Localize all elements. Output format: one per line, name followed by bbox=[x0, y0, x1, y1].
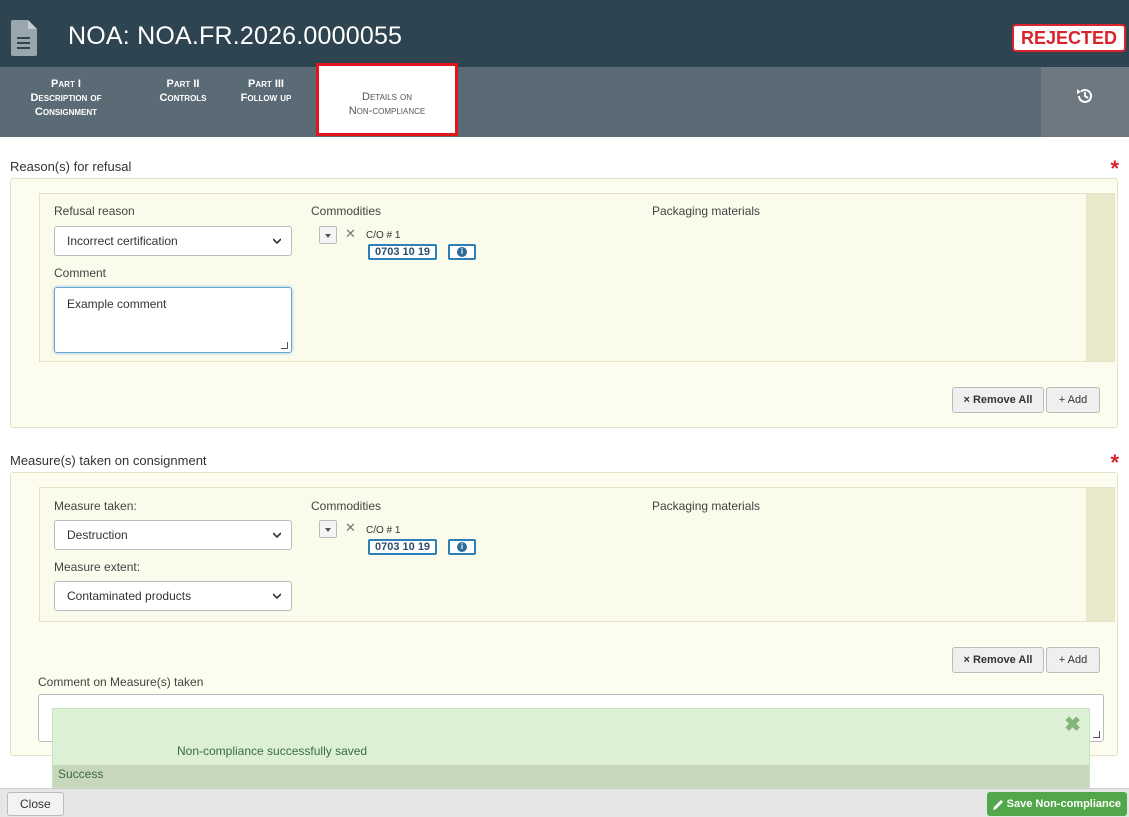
history-button[interactable] bbox=[1041, 67, 1129, 137]
tab-sublabel: Non-compliance bbox=[348, 105, 426, 117]
measure-taken-label: Measure taken: bbox=[54, 499, 137, 513]
remove-commodity-icon[interactable]: ✕ bbox=[345, 520, 356, 536]
selected-value: Incorrect certification bbox=[67, 234, 178, 248]
tab-sublabel: Controls bbox=[159, 92, 207, 104]
info-icon[interactable] bbox=[448, 244, 476, 260]
document-icon bbox=[11, 20, 37, 56]
commodities-label: Commodities bbox=[311, 204, 382, 218]
page-header: NOA: NOA.FR.2026.0000055 REJECTED bbox=[0, 0, 1129, 67]
selected-value: Contaminated products bbox=[67, 589, 192, 603]
close-button[interactable]: Close bbox=[7, 792, 64, 816]
commodity-code-badge: 0703 10 19 bbox=[368, 539, 438, 555]
close-icon[interactable]: ✖ bbox=[1064, 712, 1081, 737]
co-label: C/O # 1 bbox=[366, 230, 401, 241]
refusal-section-title: Reason(s) for refusal bbox=[10, 159, 132, 174]
success-toast: ✖ Non-compliance successfully saved Succ… bbox=[52, 708, 1090, 788]
tab-part-2[interactable]: Part II Controls bbox=[143, 67, 223, 137]
add-button[interactable]: + Add bbox=[1046, 387, 1100, 413]
commodity-dropdown-button[interactable] bbox=[319, 520, 337, 538]
pencil-icon bbox=[992, 799, 1003, 810]
footer-bar: Close Save Non-compliance bbox=[0, 788, 1129, 817]
commodities-label: Commodities bbox=[311, 499, 382, 513]
page-title: NOA: NOA.FR.2026.0000055 bbox=[68, 22, 403, 50]
resize-handle-icon[interactable] bbox=[1093, 731, 1100, 738]
status-badge: REJECTED bbox=[1011, 24, 1126, 52]
info-icon[interactable] bbox=[448, 539, 476, 555]
refusal-reason-select[interactable]: Incorrect certification bbox=[54, 226, 292, 256]
comment-textarea[interactable]: Example comment bbox=[54, 287, 292, 353]
history-icon bbox=[1077, 88, 1092, 103]
comment-label: Comment bbox=[54, 266, 107, 280]
toast-message: Non-compliance successfully saved bbox=[177, 744, 368, 758]
remove-all-button[interactable]: × Remove All bbox=[952, 387, 1044, 413]
tab-sublabel: Description of bbox=[30, 92, 102, 104]
save-non-compliance-button[interactable]: Save Non-compliance bbox=[986, 792, 1127, 816]
scrollbar[interactable] bbox=[1086, 194, 1114, 361]
save-label: Save Non-compliance bbox=[1006, 798, 1121, 810]
chevron-down-icon bbox=[273, 238, 281, 245]
packaging-label: Packaging materials bbox=[652, 204, 761, 218]
packaging-label: Packaging materials bbox=[652, 499, 761, 513]
tab-part-3[interactable]: Part III Follow up bbox=[226, 67, 306, 137]
co-label: C/O # 1 bbox=[366, 525, 401, 536]
measures-section-title: Measure(s) taken on consignment bbox=[10, 453, 207, 468]
tab-sublabel: Consignment bbox=[34, 106, 98, 118]
remove-all-button[interactable]: × Remove All bbox=[952, 647, 1044, 673]
chevron-down-icon bbox=[273, 532, 281, 539]
commodity-code-badge: 0703 10 19 bbox=[368, 244, 438, 260]
tab-label: Details on bbox=[362, 91, 412, 103]
refusal-reason-label: Refusal reason bbox=[54, 204, 135, 218]
tab-label: Part III bbox=[247, 78, 284, 90]
measure-comment-label: Comment on Measure(s) taken bbox=[38, 675, 204, 689]
tab-sublabel: Follow up bbox=[240, 92, 292, 104]
selected-value: Destruction bbox=[67, 528, 128, 542]
comment-value: Example comment bbox=[67, 297, 167, 311]
add-button[interactable]: + Add bbox=[1046, 647, 1100, 673]
resize-handle-icon[interactable] bbox=[281, 342, 288, 349]
tab-label: Part II bbox=[166, 78, 200, 90]
measure-extent-label: Measure extent: bbox=[54, 560, 141, 574]
measure-taken-select[interactable]: Destruction bbox=[54, 520, 292, 550]
chevron-down-icon bbox=[273, 593, 281, 600]
remove-commodity-icon[interactable]: ✕ bbox=[345, 226, 356, 242]
tab-label: Part I bbox=[51, 78, 81, 90]
tab-part-1[interactable]: Part I Description of Consignment bbox=[0, 67, 132, 137]
tab-non-compliance[interactable]: Details on Non-compliance bbox=[316, 63, 458, 136]
tab-bar: Part I Description of Consignment Part I… bbox=[0, 63, 1129, 137]
scrollbar[interactable] bbox=[1086, 488, 1114, 621]
toast-title: Success bbox=[53, 765, 1089, 787]
commodity-dropdown-button[interactable] bbox=[319, 226, 337, 244]
measure-extent-select[interactable]: Contaminated products bbox=[54, 581, 292, 611]
